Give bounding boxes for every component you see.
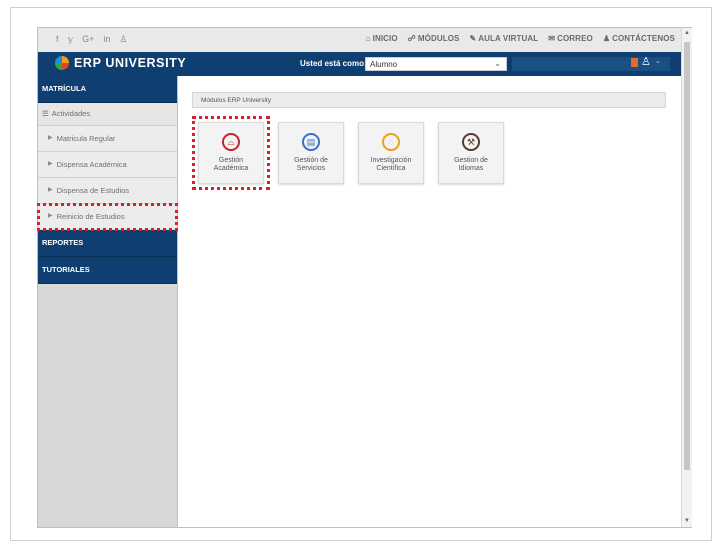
vertical-scrollbar[interactable]: ▲ ▼ [681,28,692,527]
tile-investigacion-cientifica[interactable]: ◌ Investigación Científica [358,122,424,184]
chevron-down-icon: ⌄ [494,59,501,68]
sidebar-item-label: Dispensa Académica [56,160,127,169]
role-label: Usted está como: [300,59,367,68]
scroll-up-icon[interactable]: ▲ [684,30,690,36]
sidebar-item-matricula-regular[interactable]: ▶ Matricula Regular [38,126,177,152]
sidebar-item-label: Dispensa de Estudios [56,186,130,195]
main-content: Módulos ERP University ⌓ Gestión Académi… [178,76,681,527]
home-icon: ⌂ [365,34,371,43]
chat-icon: ◌ [382,133,400,151]
linkedin-icon[interactable]: in [103,34,110,45]
top-bar: f 𝕪 G+ in ♙ ⌂ INICIO ☍ MÓDULOS ✎ AULA VIRTU… [38,28,681,52]
sidebar-item-dispensa-academica[interactable]: ▶ Dispensa Académica [38,152,177,178]
tile-gestion-academica[interactable]: ⌓ Gestión Académica [192,116,270,190]
nav-correo-label: CORREO [557,34,593,43]
modules-icon: ☍ [407,34,416,43]
tile-gestion-idiomas[interactable]: ⚒ Gestion de Idiomas [438,122,504,184]
app-header: ERP UNIVERSITY Usted está como: Alumno ⌄… [38,52,681,76]
facebook-icon[interactable]: f [56,34,59,45]
caret-right-icon: ▶ [48,187,53,193]
gavel-icon: ⚒ [462,133,480,151]
logo-mark-icon [55,56,69,70]
tile-label: Investigación Científica [370,157,412,172]
graduation-cap-icon: ⌓ [222,133,240,151]
tile-label: Gestion de Idiomas [454,157,488,172]
caret-right-icon: ▶ [48,161,53,167]
sidebar-item-dispensa-estudios[interactable]: ▶ Dispensa de Estudios [38,178,177,204]
sidebar-section-tutoriales[interactable]: TUTORIALES [38,257,177,284]
sidebar-section-reportes[interactable]: REPORTES [38,230,177,257]
role-select[interactable]: Alumno ⌄ [365,57,507,71]
breadcrumb: Módulos ERP University [192,92,666,108]
nav-inicio[interactable]: ⌂ INICIO [366,34,398,43]
nav-contactenos-label: CONTÁCTENOS [612,34,675,43]
nav-correo[interactable]: ✉ CORREO [548,34,593,43]
browser-window: f 𝕪 G+ in ♙ ⌂ INICIO ☍ MÓDULOS ✎ AULA VIRTU… [37,27,692,528]
user-caret-icon[interactable]: ⌄ [655,57,661,65]
nav-aula-virtual[interactable]: ✎ AULA VIRTUAL [469,34,538,43]
document-icon: ▤ [302,133,320,151]
nav-modulos-label: MÓDULOS [417,34,460,43]
list-icon: ☰ [42,109,49,118]
sidebar-item-reinicio-estudios[interactable]: ▶ Reinicio de Estudios [37,203,178,231]
nav-contactenos[interactable]: ♟ CONTÁCTENOS [603,34,675,43]
top-nav: ⌂ INICIO ☍ MÓDULOS ✎ AULA VIRTUAL ✉ CORREO ♟… [366,34,675,43]
twitter-icon[interactable]: 𝕪 [68,34,74,45]
mail-icon: ✉ [548,34,556,43]
tile-label: Gestión Académica [213,157,249,172]
profile-icon[interactable]: ♙ [119,34,127,45]
notification-badge[interactable] [631,58,638,67]
sidebar-section-matricula[interactable]: MATRÍCULA [38,76,177,103]
sidebar-subheader-label: Actividades [51,109,91,118]
graduation-icon: ✎ [469,34,477,43]
nav-modulos[interactable]: ☍ MÓDULOS [408,34,460,43]
tile-gestion-servicios[interactable]: ▤ Gestión de Servicios [278,122,344,184]
sidebar-subheader-actividades[interactable]: ☰ Actividades [38,103,177,126]
sidebar: MATRÍCULA ☰ Actividades ▶ Matricula Regul… [37,76,178,527]
role-select-value: Alumno [370,60,398,69]
sidebar-item-label: Reinicio de Estudios [56,212,125,221]
scroll-down-icon[interactable]: ▼ [684,518,690,524]
caret-right-icon: ▶ [48,135,53,141]
google-plus-icon[interactable]: G+ [82,34,94,45]
brand-logo[interactable]: ERP UNIVERSITY [55,56,186,70]
social-links: f 𝕪 G+ in ♙ [56,34,128,45]
caret-right-icon: ▶ [48,213,53,219]
sidebar-item-label: Matricula Regular [56,134,116,143]
tile-label: Gestión de Servicios [294,157,328,172]
nav-inicio-label: INICIO [372,34,398,43]
nav-aula-virtual-label: AULA VIRTUAL [478,34,539,43]
user-menu-icon[interactable]: ♙ [641,55,651,68]
brand-name: ERP UNIVERSITY [74,56,187,70]
module-tiles: ⌓ Gestión Académica ▤ Gestión de Servici… [192,116,504,190]
scrollbar-thumb[interactable] [684,42,690,470]
user-icon: ♟ [602,34,611,43]
